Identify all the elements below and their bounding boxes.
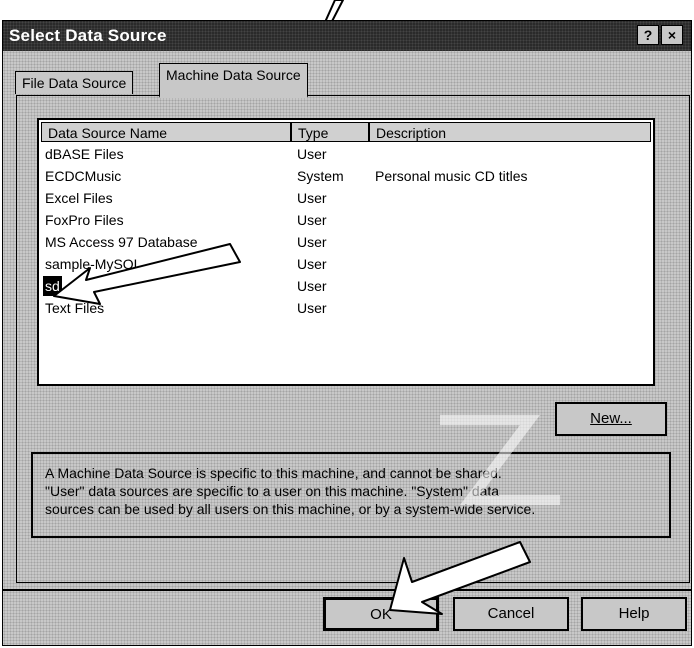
new-button[interactable]: New... bbox=[555, 402, 667, 436]
info-text: sources can be used by all users on this… bbox=[45, 501, 536, 517]
row-type: User bbox=[297, 256, 327, 272]
row-name: Text Files bbox=[45, 300, 105, 316]
row-type: User bbox=[297, 212, 327, 228]
help-button[interactable]: Help bbox=[581, 597, 687, 631]
row-name: FoxPro Files bbox=[45, 212, 124, 228]
ok-button[interactable]: OK bbox=[323, 597, 439, 631]
tab-file-data-source[interactable]: File Data Source bbox=[15, 71, 134, 94]
row-type: User bbox=[297, 146, 327, 162]
info-box: A Machine Data Source is specific to thi… bbox=[31, 452, 671, 538]
tab-label: File Data Source bbox=[22, 75, 127, 91]
data-source-list[interactable]: Data Source Name Type Description dBASE … bbox=[37, 118, 655, 386]
row-name: Excel Files bbox=[45, 190, 113, 206]
tab-machine-data-source[interactable]: Machine Data Source bbox=[159, 63, 308, 98]
tab-panel: Data Source Name Type Description dBASE … bbox=[16, 95, 690, 583]
row-type: User bbox=[297, 234, 327, 250]
row-type: System bbox=[297, 168, 344, 184]
title-bar: Select Data Source ? × bbox=[3, 21, 691, 51]
close-icon[interactable]: × bbox=[661, 25, 683, 45]
help-icon[interactable]: ? bbox=[637, 25, 659, 45]
row-name: sample-MySQL bbox=[45, 256, 142, 272]
column-header-name[interactable]: Data Source Name bbox=[41, 122, 291, 142]
info-text: A Machine Data Source is specific to thi… bbox=[45, 465, 502, 481]
row-type: User bbox=[297, 300, 327, 316]
info-text: "User" data sources are specific to a us… bbox=[45, 483, 500, 499]
row-type: User bbox=[297, 190, 327, 206]
tab-label: Machine Data Source bbox=[166, 67, 301, 83]
cancel-button[interactable]: Cancel bbox=[453, 597, 569, 631]
row-description: Personal music CD titles bbox=[375, 168, 528, 184]
row-name: ECDCMusic bbox=[45, 168, 122, 184]
dialog-title: Select Data Source bbox=[9, 26, 167, 45]
column-header-description[interactable]: Description bbox=[369, 122, 651, 142]
divider bbox=[3, 589, 691, 591]
row-name: sd bbox=[43, 276, 62, 296]
row-name: dBASE Files bbox=[45, 146, 124, 162]
select-data-source-dialog: Select Data Source ? × File Data Source … bbox=[2, 20, 692, 646]
row-name: MS Access 97 Database bbox=[45, 234, 198, 250]
column-header-type[interactable]: Type bbox=[291, 122, 369, 142]
row-type: User bbox=[297, 278, 327, 294]
